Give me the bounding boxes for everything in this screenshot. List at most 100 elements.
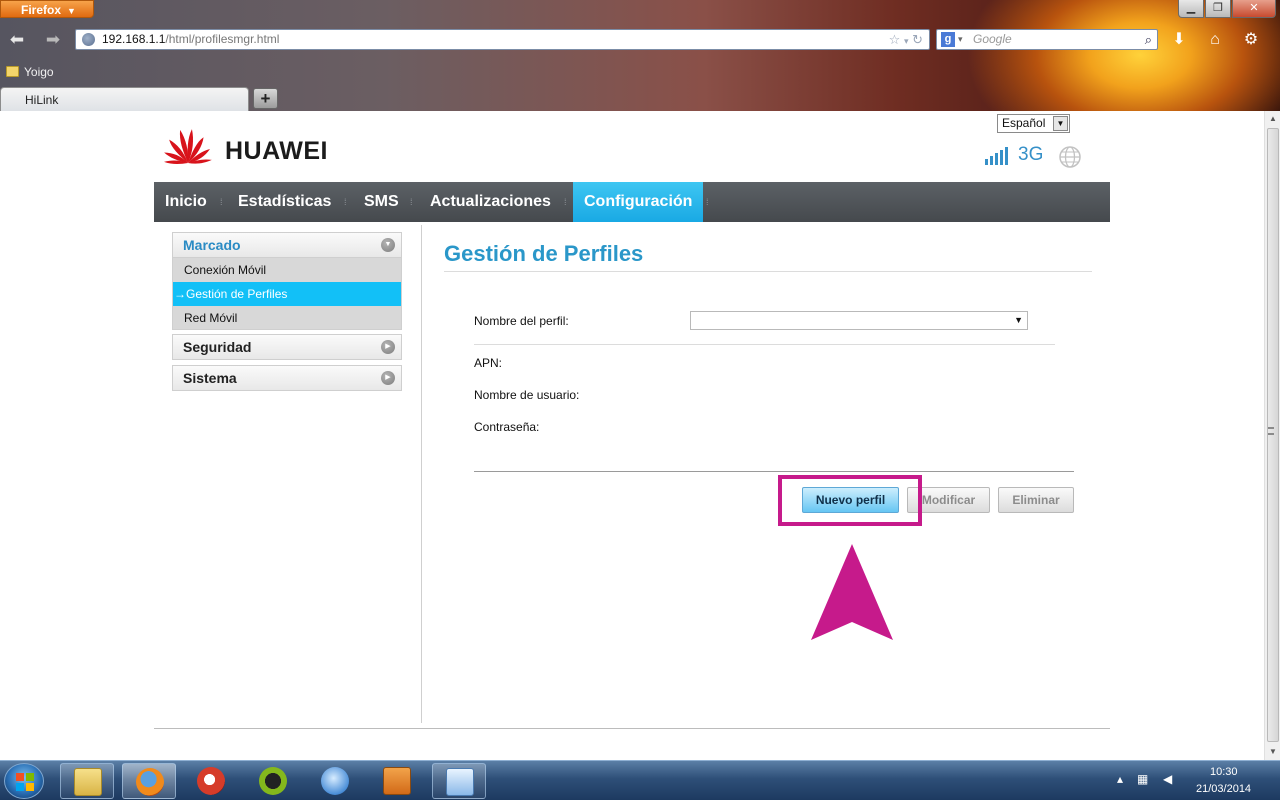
annotation-arrow-icon	[811, 544, 893, 640]
taskbar-firefox[interactable]	[122, 763, 176, 799]
download-icon[interactable]: ⬇	[1168, 29, 1190, 51]
nav-separator: ⁞	[410, 197, 413, 207]
url-tools: ☆ ▾ ↻	[889, 30, 923, 51]
minimize-button[interactable]: ▁	[1178, 0, 1204, 18]
page-viewport: HUAWEI Español ▼ 3G Inicio ⁞ Estadística…	[0, 111, 1264, 760]
browser-chrome: Firefox ▼ ▁ ❐ ✕ ⬅ ➡ 192.168.1.1/html/prof…	[0, 0, 1280, 111]
content-divider	[421, 225, 422, 723]
huawei-petals-icon	[164, 129, 212, 164]
search-engine-dropdown-icon[interactable]: ▾	[958, 30, 963, 49]
new-tab-button[interactable]: +	[253, 88, 278, 109]
taskbar-media-player[interactable]	[370, 763, 424, 799]
firefox-menu-button[interactable]: Firefox ▼	[0, 0, 94, 18]
brand-name: HUAWEI	[225, 137, 328, 165]
clock-date[interactable]: 21/03/2014	[1196, 783, 1251, 795]
site-identity-icon[interactable]	[82, 33, 95, 46]
vertical-scrollbar[interactable]: ▲ ▼	[1264, 111, 1280, 760]
scroll-up-icon[interactable]: ▲	[1265, 111, 1280, 127]
search-input[interactable]: g ▾ Google ⌕	[936, 29, 1158, 50]
url-host: 192.168.1.1	[102, 32, 166, 46]
bookmark-label: Yoigo	[24, 65, 54, 79]
network-type: 3G	[1018, 144, 1044, 165]
back-icon[interactable]: ⬅	[6, 29, 28, 51]
footer-divider	[154, 728, 1110, 729]
taskbar-itunes[interactable]	[308, 763, 362, 799]
nav-separator: ⁞	[344, 197, 347, 207]
spotify-icon	[259, 767, 287, 795]
tab-hilink[interactable]: HiLink	[0, 87, 249, 111]
tab-title: HiLink	[25, 93, 59, 107]
huawei-logo: HUAWEI	[159, 123, 339, 169]
close-window-button[interactable]: ✕	[1232, 0, 1276, 18]
annotation-highlight-box	[778, 475, 922, 526]
expand-arrow-icon[interactable]: ▶	[381, 371, 395, 385]
language-select[interactable]: Español ▼	[997, 114, 1070, 133]
profile-name-label: Nombre del perfil:	[474, 314, 569, 328]
apn-label: APN:	[474, 356, 503, 370]
restore-button[interactable]: ❐	[1205, 0, 1231, 18]
extensions-icon[interactable]: ⚙	[1240, 29, 1262, 51]
sidebar-item-conexion-movil[interactable]: Conexión Móvil	[172, 258, 402, 282]
reload-icon[interactable]: ↻	[912, 32, 923, 47]
url-input[interactable]: 192.168.1.1/html/profilesmgr.html ☆ ▾ ↻	[75, 29, 930, 50]
sidebar-item-gestion-perfiles[interactable]: →Gestión de Perfiles	[172, 282, 402, 306]
signal-strength-icon	[985, 147, 1008, 165]
collapse-arrow-icon[interactable]: ▼	[381, 238, 395, 252]
internet-globe-icon	[1059, 146, 1081, 168]
show-hidden-icons-icon[interactable]: ▴	[1117, 772, 1123, 786]
form-divider	[474, 344, 1055, 345]
windows-logo-icon	[16, 773, 34, 791]
taskbar-explorer[interactable]	[60, 763, 114, 799]
chevron-down-icon[interactable]: ▼	[1053, 116, 1068, 131]
nav-estadisticas[interactable]: Estadísticas	[227, 182, 342, 222]
search-icon[interactable]: ⌕	[1145, 30, 1152, 49]
clock-time[interactable]: 10:30	[1210, 766, 1238, 778]
delete-button[interactable]: Eliminar	[998, 487, 1074, 513]
chevron-down-icon[interactable]: ▼	[1014, 315, 1023, 325]
nav-inicio[interactable]: Inicio	[154, 182, 218, 222]
bookmark-yoigo[interactable]: Yoigo	[6, 65, 54, 79]
url-path: /html/profilesmgr.html	[165, 32, 280, 46]
nav-separator: ⁞	[706, 197, 709, 207]
nav-actualizaciones[interactable]: Actualizaciones	[419, 182, 562, 222]
bookmarks-toolbar: Yoigo	[0, 61, 300, 83]
search-placeholder: Google	[973, 32, 1012, 46]
google-icon[interactable]: g	[941, 32, 955, 47]
scroll-down-icon[interactable]: ▼	[1265, 744, 1280, 760]
title-divider	[444, 271, 1092, 272]
scrollbar-grip	[1268, 427, 1274, 435]
nav-separator: ⁞	[564, 197, 567, 207]
nav-sms[interactable]: SMS	[353, 182, 410, 222]
sidebar-group-label: Marcado	[183, 237, 241, 253]
network-tray-icon[interactable]: ▦	[1137, 772, 1148, 786]
volume-icon[interactable]: ◀	[1163, 772, 1172, 786]
home-icon[interactable]: ⌂	[1204, 29, 1226, 51]
expand-arrow-icon[interactable]: ▶	[381, 340, 395, 354]
sidebar-item-red-movil[interactable]: Red Móvil	[172, 306, 402, 330]
sidebar-group-label: Seguridad	[183, 339, 252, 355]
start-button[interactable]	[4, 763, 44, 799]
window-controls: ▁ ❐ ✕	[1178, 0, 1276, 18]
language-value: Español	[1002, 116, 1046, 130]
taskbar-control-panel[interactable]	[432, 763, 486, 799]
firefox-icon	[136, 768, 164, 796]
taskbar-ccleaner[interactable]	[184, 763, 238, 799]
bookmark-star-icon[interactable]: ☆	[889, 32, 901, 47]
password-label: Contraseña:	[474, 420, 540, 434]
chevron-down-icon: ▼	[67, 6, 76, 16]
scrollbar-thumb[interactable]	[1267, 128, 1279, 742]
media-player-icon	[383, 767, 411, 795]
nav-configuracion[interactable]: Configuración	[573, 182, 704, 222]
profile-name-select[interactable]: ▼	[690, 311, 1028, 330]
taskbar-spotify[interactable]	[246, 763, 300, 799]
dropdown-arrow-icon[interactable]: ▾	[904, 36, 909, 46]
sidebar-group-marcado[interactable]: Marcado ▼	[172, 232, 402, 258]
main-navigation: Inicio ⁞ Estadísticas ⁞ SMS ⁞ Actualizac…	[154, 182, 1110, 222]
sidebar-group-seguridad[interactable]: Seguridad ▶	[172, 334, 402, 360]
sidebar-group-sistema[interactable]: Sistema ▶	[172, 365, 402, 391]
forward-icon[interactable]: ➡	[42, 29, 64, 51]
page-title: Gestión de Perfiles	[444, 241, 644, 266]
windows-taskbar	[0, 760, 1280, 800]
form-divider	[474, 471, 1074, 472]
folder-icon	[6, 66, 19, 77]
